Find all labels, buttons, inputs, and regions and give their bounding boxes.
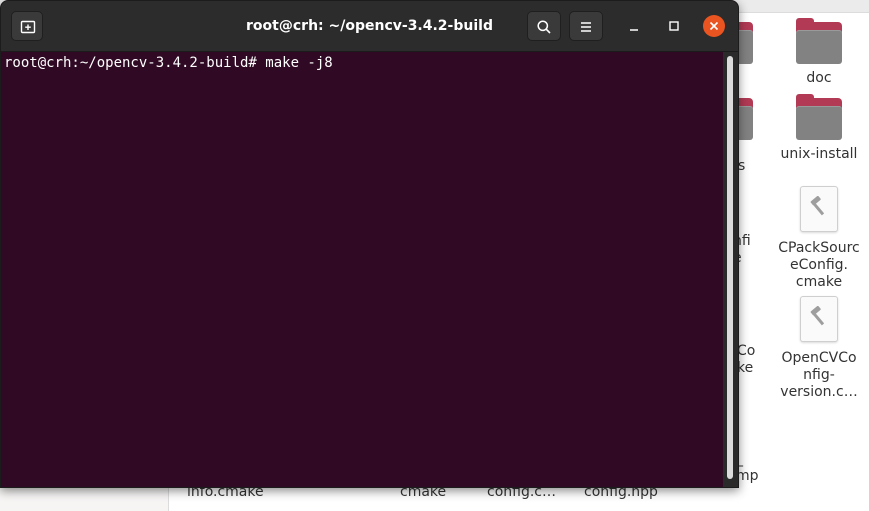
partial-folder-icon — [737, 98, 753, 140]
partial-file-label: s — [738, 158, 746, 174]
hammer-icon — [810, 306, 825, 326]
file-item-doc[interactable]: doc — [782, 18, 856, 87]
hammer-icon — [810, 196, 825, 216]
terminal-scrollbar[interactable] — [723, 52, 738, 487]
partial-folder-icon — [737, 22, 753, 64]
new-tab-button[interactable] — [11, 11, 43, 41]
file-item-unix-install[interactable]: unix-install — [776, 94, 862, 163]
file-item-opencvconfig-version[interactable]: OpenCVCo nfig- version.c… — [774, 296, 864, 401]
cmake-file-icon — [800, 186, 838, 232]
terminal-scrollbar-thumb[interactable] — [727, 56, 733, 479]
maximize-button[interactable] — [663, 15, 685, 37]
file-item-cpacksourceconfig[interactable]: CPackSourc eConfig. cmake — [774, 186, 864, 291]
folder-icon — [796, 94, 842, 140]
folder-icon — [796, 18, 842, 64]
minimize-button[interactable] — [623, 15, 645, 37]
terminal-titlebar[interactable]: root@crh: ~/opencv-3.4.2-build — [1, 1, 738, 52]
file-item-label: unix-install — [780, 146, 858, 162]
close-icon — [709, 21, 719, 31]
partial-file-label: _ mp — [736, 451, 759, 484]
terminal-command-line: root@crh:~/opencv-3.4.2-build# make -j8 — [4, 55, 333, 71]
file-item-label: doc — [806, 70, 832, 86]
new-tab-icon — [20, 20, 36, 34]
menu-button[interactable] — [569, 11, 603, 41]
search-button[interactable] — [527, 11, 561, 41]
file-item-label: CPackSourc eConfig. cmake — [778, 240, 860, 290]
search-icon — [537, 20, 551, 34]
file-item-label: OpenCVCo nfig- version.c… — [780, 350, 858, 400]
minimize-icon — [630, 29, 638, 31]
terminal-window[interactable]: root@crh: ~/opencv-3.4.2-build root@crh:… — [0, 0, 739, 488]
partial-file-label: Co ke — [737, 343, 756, 376]
hamburger-menu-icon — [581, 22, 591, 32]
terminal-output-area[interactable]: root@crh:~/opencv-3.4.2-build# make -j8 — [1, 52, 738, 487]
cmake-file-icon — [800, 296, 838, 342]
close-button[interactable] — [703, 15, 725, 37]
maximize-icon — [669, 21, 679, 31]
